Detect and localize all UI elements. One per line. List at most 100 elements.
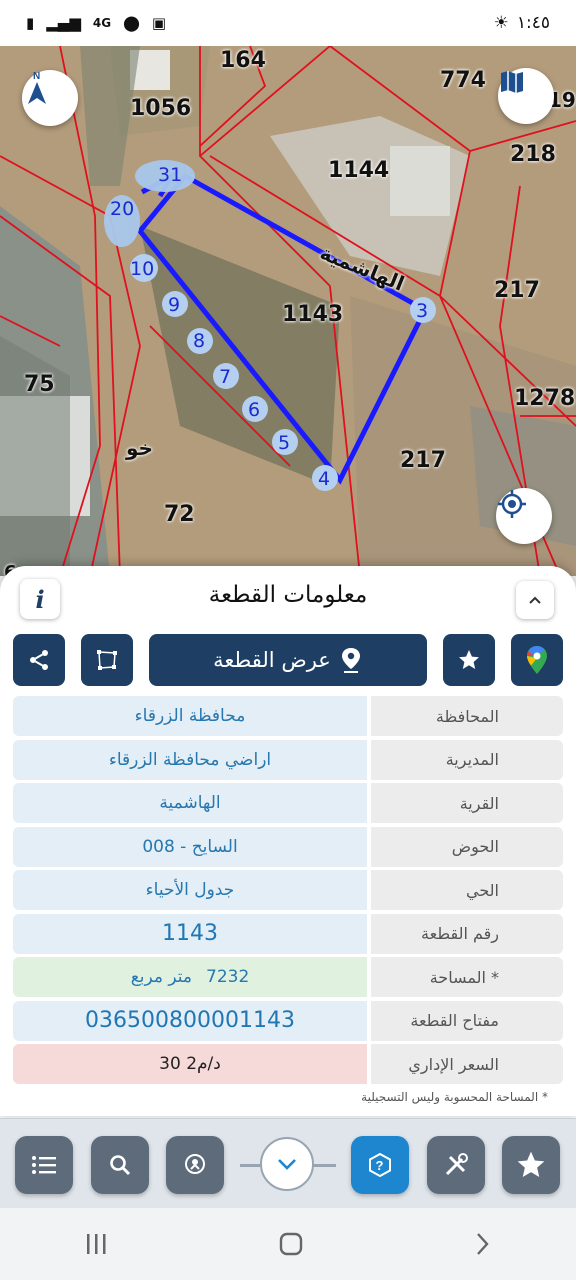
back-icon[interactable] bbox=[472, 1231, 492, 1257]
detail-value: السايح - 008 bbox=[13, 826, 367, 867]
map-layers-button[interactable] bbox=[498, 68, 554, 124]
detail-row-basin: السايح - 008 الحوض bbox=[13, 826, 563, 867]
parcel-label: 72 bbox=[164, 502, 195, 527]
detail-row-neighborhood: جدول الأحياء الحي bbox=[13, 870, 563, 910]
detail-label: مفتاح القطعة bbox=[371, 1000, 563, 1041]
vertex-label: 9 bbox=[168, 294, 181, 316]
vertex-label: 4 bbox=[318, 468, 331, 490]
panel-header: i معلومات القطعة bbox=[0, 566, 576, 630]
detail-row-governorate: محافظة الزرقاء المحافظة bbox=[13, 696, 563, 736]
detail-value: 1143 bbox=[13, 913, 367, 954]
detail-row-village: الهاشمية القرية bbox=[13, 783, 563, 823]
google-maps-button[interactable] bbox=[511, 634, 563, 686]
north-arrow-icon: N bbox=[28, 71, 46, 104]
view-parcel-label: عرض القطعة bbox=[213, 648, 331, 672]
favorite-button[interactable] bbox=[443, 634, 495, 686]
detail-label: المحافظة bbox=[371, 696, 563, 736]
vertex-label: 8 bbox=[193, 330, 206, 352]
detail-row-area: متر مربع 7232 المساحة * bbox=[13, 957, 563, 997]
detail-row-parcel-number: 1143 رقم القطعة bbox=[13, 913, 563, 954]
places-button[interactable] bbox=[166, 1136, 224, 1194]
svg-text:N: N bbox=[33, 71, 40, 82]
location-icon: ⬤ bbox=[123, 14, 140, 32]
parcel-label: 164 bbox=[220, 48, 266, 73]
status-icons-right: ☀ ١:٤٥ bbox=[494, 13, 550, 33]
parcel-label: 1144 bbox=[328, 158, 390, 183]
star-icon bbox=[459, 650, 479, 669]
measure-polygon-button[interactable] bbox=[81, 634, 133, 686]
status-icons-left: ▮ ▂▄▆ 4G ⬤ ▣ bbox=[26, 14, 166, 32]
area-number: 7232 bbox=[206, 967, 250, 987]
map-pin-icon bbox=[185, 1154, 205, 1174]
detail-row-admin-price: 30 د/م2 السعر الإداري bbox=[13, 1044, 563, 1084]
area-footnote: * المساحة المحسوبة وليس التسجيلية bbox=[361, 1090, 548, 1104]
network-type: 4G bbox=[92, 16, 112, 30]
detail-row-parcel-key: 036500800001143 مفتاح القطعة bbox=[13, 1000, 563, 1041]
detail-value: متر مربع 7232 bbox=[13, 957, 367, 997]
area-unit: متر مربع bbox=[130, 967, 193, 987]
panel-toolbar: عرض القطعة bbox=[0, 634, 576, 686]
my-location-button[interactable] bbox=[496, 488, 552, 544]
list-button[interactable] bbox=[15, 1136, 73, 1194]
detail-row-directorate: اراضي محافظة الزرقاء المديرية bbox=[13, 739, 563, 780]
share-button[interactable] bbox=[13, 634, 65, 686]
parcel-label: 774 bbox=[440, 68, 486, 93]
clock: ١:٤٥ bbox=[516, 13, 550, 33]
area-label: خو bbox=[126, 436, 153, 460]
detail-label: المديرية bbox=[371, 739, 563, 780]
google-maps-icon bbox=[527, 646, 547, 674]
system-nav-bar bbox=[0, 1208, 576, 1280]
vertex-label: 6 bbox=[248, 399, 261, 421]
recents-icon[interactable] bbox=[84, 1232, 110, 1256]
home-icon[interactable] bbox=[278, 1231, 304, 1257]
parcel-label: 1278 bbox=[514, 386, 576, 411]
detail-value: محافظة الزرقاء bbox=[13, 696, 367, 736]
signal-icon: ▂▄▆ bbox=[46, 14, 81, 32]
chevron-down-icon bbox=[278, 1159, 296, 1170]
parcel-label: 1056 bbox=[130, 96, 192, 121]
vertex-label: 31 bbox=[158, 164, 183, 186]
brightness-icon: ☀ bbox=[493, 13, 509, 33]
detail-value: 30 د/م2 bbox=[13, 1044, 367, 1084]
detail-label: المساحة * bbox=[371, 957, 563, 997]
help-icon: ? bbox=[369, 1152, 391, 1178]
star-icon bbox=[517, 1151, 545, 1177]
favorites-tab-button[interactable] bbox=[502, 1136, 560, 1194]
search-button[interactable] bbox=[91, 1136, 149, 1194]
map-icon bbox=[501, 71, 523, 93]
detail-value: الهاشمية bbox=[13, 783, 367, 823]
polygon-select-icon bbox=[97, 650, 117, 670]
notification-icon: ▣ bbox=[151, 14, 167, 32]
detail-value: 036500800001143 bbox=[13, 1000, 367, 1041]
street-label: الهاشمية bbox=[316, 240, 408, 296]
share-icon bbox=[30, 650, 48, 670]
storage-icon: ▮ bbox=[26, 14, 35, 32]
detail-value: اراضي محافظة الزرقاء bbox=[13, 739, 367, 780]
expand-toggle-button[interactable] bbox=[260, 1137, 314, 1191]
detail-value: جدول الأحياء bbox=[13, 870, 367, 910]
view-parcel-button[interactable]: عرض القطعة bbox=[149, 634, 427, 686]
map-view[interactable]: 164 774 19 1056 218 1144 217 1143 1278 2… bbox=[0, 46, 576, 576]
map-labels: 164 774 19 1056 218 1144 217 1143 1278 2… bbox=[0, 46, 576, 576]
parcel-label: 1143 bbox=[282, 302, 344, 327]
help-button[interactable]: ? bbox=[351, 1136, 409, 1194]
bottom-toolbar: ? bbox=[0, 1118, 576, 1209]
collapse-button[interactable] bbox=[516, 581, 554, 619]
parcel-label: 217 bbox=[400, 448, 446, 473]
detail-label: القرية bbox=[371, 783, 563, 823]
locate-icon bbox=[498, 490, 526, 518]
parcel-label: 218 bbox=[510, 142, 556, 167]
parcel-label: 75 bbox=[24, 372, 55, 397]
tools-icon bbox=[445, 1153, 468, 1176]
detail-label: الحي bbox=[371, 870, 563, 910]
detail-label: الحوض bbox=[371, 826, 563, 867]
detail-label: السعر الإداري bbox=[371, 1044, 563, 1084]
compass-button[interactable]: N bbox=[22, 70, 78, 126]
location-pin-icon bbox=[341, 648, 360, 673]
svg-text:?: ? bbox=[376, 1158, 384, 1173]
parcel-details-table: محافظة الزرقاء المحافظة اراضي محافظة الز… bbox=[13, 696, 563, 1088]
status-bar: ▮ ▂▄▆ 4G ⬤ ▣ ☀ ١:٤٥ bbox=[0, 0, 576, 46]
detail-label: رقم القطعة bbox=[371, 913, 563, 954]
tools-button[interactable] bbox=[427, 1136, 485, 1194]
chevron-up-icon bbox=[529, 596, 541, 604]
